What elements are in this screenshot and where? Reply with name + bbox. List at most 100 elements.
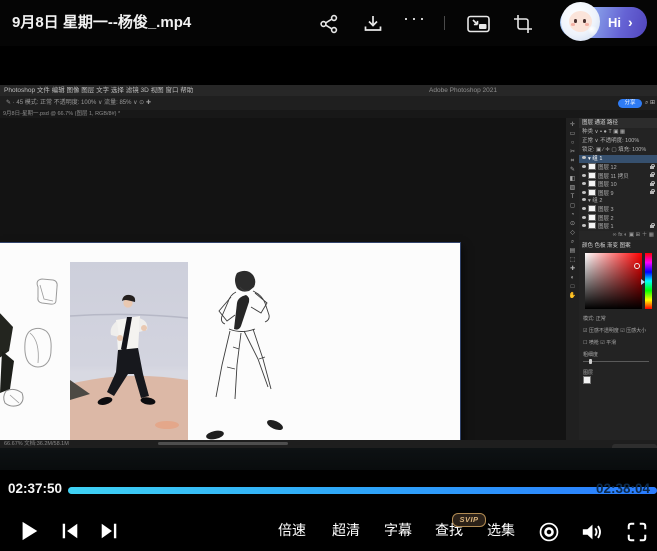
progress-fill[interactable]	[68, 487, 657, 494]
speed-button[interactable]: 倍速	[278, 510, 306, 551]
layer-thumbnail	[588, 180, 596, 187]
video-player-app: 9月8日 星期一--杨俊_.mp4 ···	[0, 0, 657, 551]
ps-status-bar: 66.67% 文档:36.2M/58.1M	[0, 440, 657, 448]
layer-name: 图层 2	[598, 216, 614, 222]
current-time: 02:37:50	[8, 481, 62, 496]
lock-icon	[650, 166, 654, 169]
download-icon[interactable]	[362, 13, 384, 35]
canvas-scrollbar	[158, 442, 288, 445]
layer-name: 图层 12	[598, 165, 617, 171]
layers-panel-tabs: 图层 通道 路径	[579, 118, 657, 128]
layers-list: ▾ 组 1 图层 12 图层 11 拷贝 图层 10 图层 9 ▾ 组 2 图层…	[579, 155, 657, 231]
ps-document-tab: 9月8日-星期一.psd @ 66.7% (图层 1, RGB/8#) *	[0, 110, 657, 118]
layer-row: ▾ 组 2	[579, 197, 657, 205]
layer-row: 图层 1	[579, 222, 657, 230]
layer-thumbnail	[588, 172, 596, 179]
layer-thumbnail	[588, 222, 596, 229]
color-panel-tabs: 颜色 色板 渐变 图案	[579, 242, 657, 251]
crop-icon[interactable]	[512, 13, 534, 35]
eye-icon	[582, 165, 586, 168]
brush-pressure-row: ☑ 压感不透明度 ☑ 压感大小	[579, 326, 657, 336]
chevron-right-icon: ›	[628, 7, 633, 37]
top-bar: 9月8日 星期一--杨俊_.mp4 ···	[0, 0, 657, 46]
eye-icon	[582, 207, 586, 210]
layer-name: 图层 1	[598, 224, 614, 230]
ps-app-title: Adobe Photoshop 2021	[429, 85, 497, 96]
reference-photo	[70, 262, 188, 440]
layer-name: 图层 10	[598, 182, 617, 188]
layer-thumbnail	[588, 163, 596, 170]
mascot-avatar	[561, 2, 600, 41]
layer-row: 图层 10	[579, 180, 657, 188]
saturation-square	[585, 253, 642, 309]
control-bar: 倍速 超清 字幕 查找 SVIP 选集	[0, 510, 657, 551]
lock-icon	[650, 191, 654, 194]
video-area[interactable]: Photoshop 文件 编辑 图像 图层 文字 选择 滤镜 3D 视图 窗口 …	[0, 85, 657, 470]
group-arrow-icon: ▾	[588, 156, 591, 162]
subtitles-button[interactable]: 字幕	[384, 510, 412, 551]
more-icon[interactable]: ···	[403, 8, 427, 29]
hi-label: Hi	[608, 7, 621, 38]
eye-icon	[582, 198, 586, 201]
episodes-button[interactable]: 选集	[487, 510, 515, 551]
ps-search-icon: ⌕ ⊞	[645, 96, 655, 110]
layer-thumbnail	[588, 205, 596, 212]
next-button[interactable]	[99, 521, 119, 546]
picture-in-picture-icon[interactable]	[466, 13, 492, 35]
danmaku-settings-button[interactable]	[538, 521, 560, 548]
layer-row: 图层 11 拷贝	[579, 172, 657, 180]
svip-badge: SVIP	[452, 513, 486, 527]
ps-panels: 图层 通道 路径 种类 ∨ ▪ ● T ▣ ▦ 正常 ∨ 不透明度: 100% …	[579, 118, 657, 440]
group-arrow-icon: ▾	[588, 198, 591, 204]
video-bottom-fill	[0, 448, 657, 470]
layer-row: ▾ 组 1	[579, 155, 657, 163]
eye-icon	[582, 191, 586, 194]
play-button[interactable]	[18, 520, 40, 547]
eye-icon	[582, 216, 586, 219]
total-time: 02:38:04	[596, 481, 650, 496]
layer-name: 图层 9	[598, 191, 614, 197]
photo-figure	[70, 262, 188, 440]
share-icon[interactable]	[318, 13, 340, 35]
slider-knob	[589, 359, 592, 364]
eye-icon	[582, 174, 586, 177]
lock-icon	[650, 174, 654, 177]
lock-icon	[650, 183, 654, 186]
volume-button[interactable]	[580, 521, 604, 548]
head-sketches	[25, 279, 57, 367]
brush-mode-row: 模式: 正常	[579, 314, 657, 324]
ps-share-button: 分享	[618, 99, 642, 108]
lock-icon	[650, 225, 654, 228]
ps-menubar: Photoshop 文件 编辑 图像 图层 文字 选择 滤镜 3D 视图 窗口 …	[0, 85, 657, 96]
eye-icon	[582, 182, 586, 185]
lock-row: 锁定: ▣ ∕ ✛ ▢ 填充: 100%	[579, 146, 657, 155]
previous-button[interactable]	[60, 521, 80, 546]
layer-name: 图层 11 拷贝	[598, 174, 629, 180]
quality-button[interactable]: 超清	[332, 510, 360, 551]
hue-marker	[641, 279, 645, 285]
blend-mode-row: 正常 ∨ 不透明度: 100%	[579, 137, 657, 146]
ps-toolbox: ✛ ▭ ○ ✂ ⌗ ✎ ◧ ▨ T ◻ ◔ ⊙ ◇ ⌕ ▤ ⬚ ✚ ◐ □ ✋	[566, 118, 579, 440]
layer-name: 组 1	[592, 156, 602, 162]
ps-canvas	[0, 243, 460, 464]
account-pill[interactable]: Hi ›	[560, 7, 647, 38]
video-title: 9月8日 星期一--杨俊_.mp4	[12, 0, 191, 46]
layer-filter-row: 种类 ∨ ▪ ● T ▣ ▦	[579, 128, 657, 137]
progress-track[interactable]	[68, 487, 657, 494]
layer-thumbnail	[588, 189, 596, 196]
eye-icon	[582, 224, 586, 227]
layer-row: 图层 2	[579, 214, 657, 222]
brush-size-slider	[583, 361, 649, 362]
layer-row: 图层 3	[579, 205, 657, 213]
layer-name: 组 2	[592, 198, 602, 204]
layer-row: 图层 9	[579, 189, 657, 197]
hue-strip	[645, 253, 652, 309]
ps-options-bar: ✎ · 45 模式: 正常 不透明度: 100% ∨ 流量: 85% ∨ ⊙ ✚…	[0, 96, 657, 110]
layers-bottom-icons: ∞ fx ◐ ▣ ⊞ ＋ ▦	[579, 231, 657, 240]
toolbar-divider	[444, 16, 445, 30]
ps-workspace	[0, 118, 566, 440]
ps-menu-items: Photoshop 文件 编辑 图像 图层 文字 选择 滤镜 3D 视图 窗口 …	[4, 85, 193, 96]
fullscreen-button[interactable]	[626, 521, 648, 548]
layer-row: 图层 12	[579, 163, 657, 171]
layer-name: 图层 3	[598, 207, 614, 213]
